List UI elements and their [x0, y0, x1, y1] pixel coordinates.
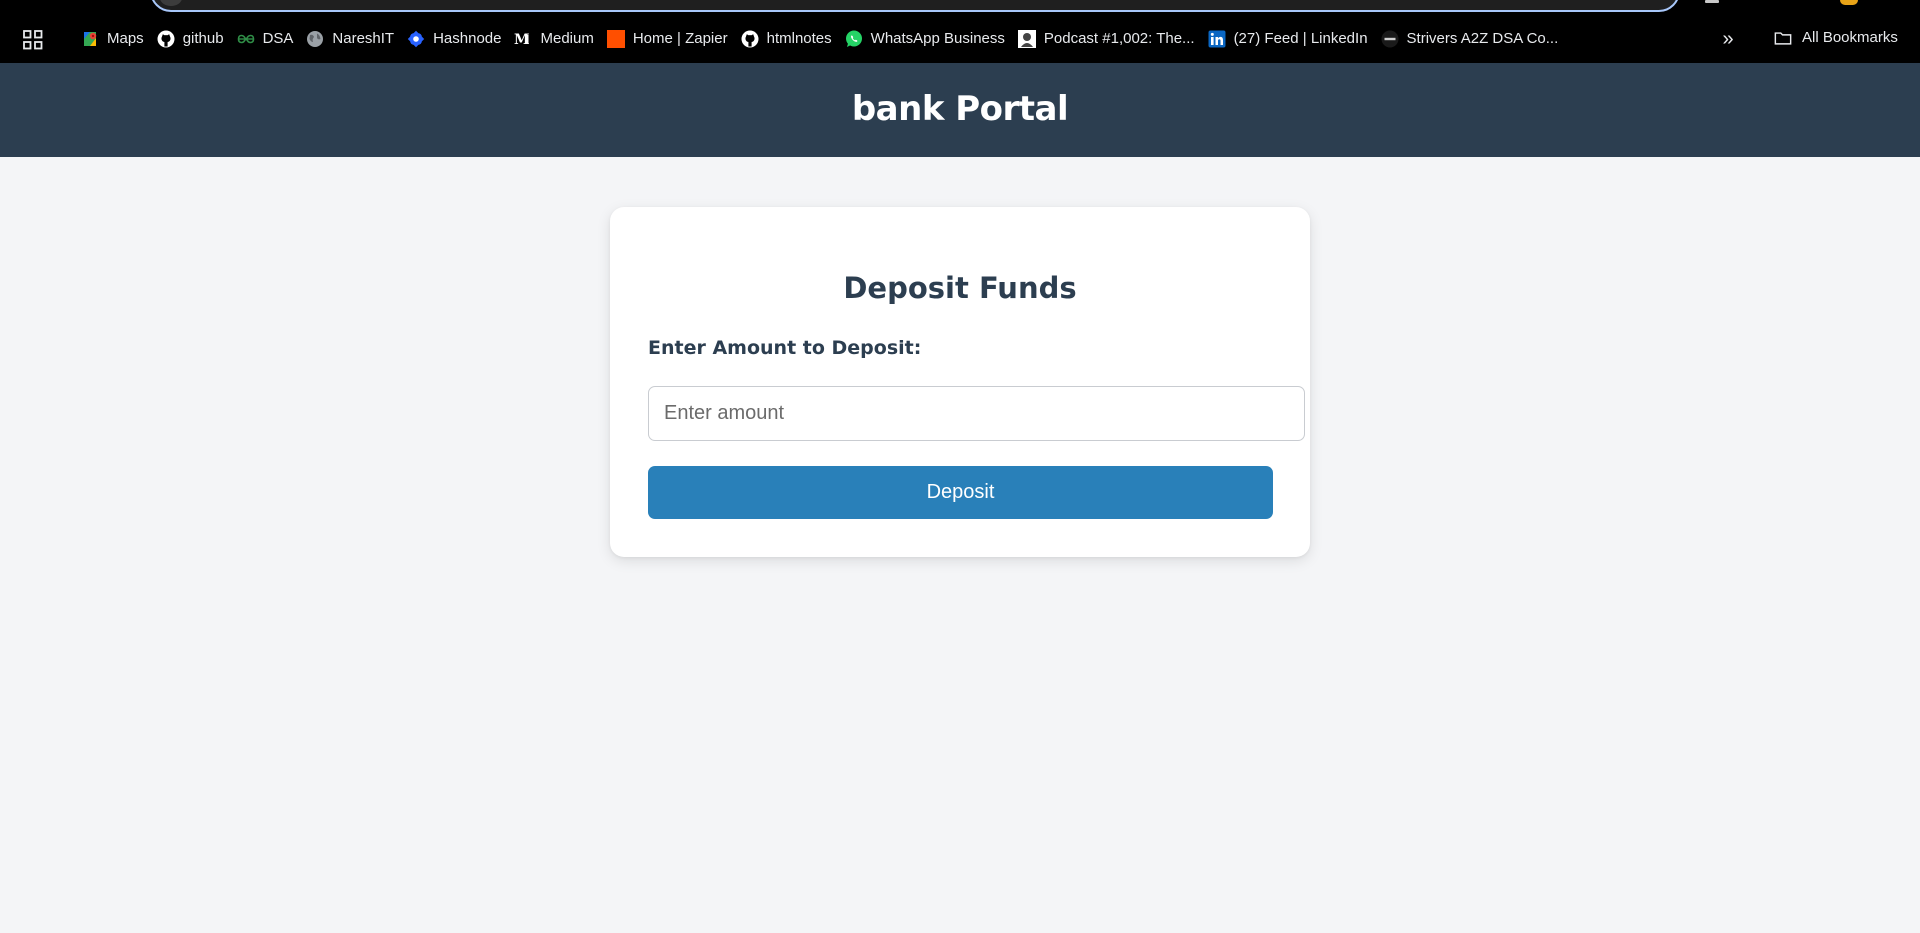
bookmark-htmlnotes[interactable]: htmlnotes	[738, 23, 841, 55]
geeksforgeeks-icon	[237, 30, 255, 48]
bookmark-medium[interactable]: M Medium	[511, 23, 602, 55]
bookmark-label: NareshIT	[332, 29, 395, 47]
side-panel-icon[interactable]	[1705, 0, 1719, 3]
apps-grid-icon[interactable]	[22, 29, 44, 51]
bookmark-label: Medium	[540, 29, 594, 47]
bookmark-zapier[interactable]: Home | Zapier	[604, 23, 737, 55]
deposit-button[interactable]: Deposit	[648, 466, 1273, 519]
bookmarks-overflow-button[interactable]: »	[1716, 28, 1740, 52]
podcast-icon	[1017, 29, 1036, 48]
bookmark-whatsapp-business[interactable]: WhatsApp Business	[842, 23, 1014, 55]
hashnode-icon	[407, 30, 425, 48]
bookmark-github[interactable]: github	[154, 23, 233, 55]
bookmark-list: Maps github DSA NareshIT Hashnode M Medi…	[78, 14, 1568, 63]
site-header: bank Portal	[0, 63, 1920, 157]
profile-avatar[interactable]	[1840, 0, 1858, 5]
bookmark-linkedin[interactable]: (27) Feed | LinkedIn	[1205, 23, 1377, 55]
amount-label: Enter Amount to Deposit:	[648, 337, 922, 359]
bookmark-label: Strivers A2Z DSA Co...	[1406, 29, 1559, 47]
linkedin-icon	[1208, 30, 1226, 48]
bookmark-label: Maps	[107, 29, 144, 47]
bookmark-hashnode[interactable]: Hashnode	[404, 23, 510, 55]
bookmark-label: Hashnode	[433, 29, 502, 47]
zapier-icon	[606, 29, 625, 48]
deposit-title: Deposit Funds	[843, 271, 1077, 305]
all-bookmarks-label: All Bookmarks	[1802, 29, 1898, 46]
bookmark-label: Home | Zapier	[632, 29, 728, 47]
github-icon	[157, 30, 175, 48]
google-maps-icon	[81, 30, 99, 48]
whatsapp-icon	[845, 30, 863, 48]
bookmark-label: WhatsApp Business	[870, 29, 1005, 47]
bookmark-podcast[interactable]: Podcast #1,002: The...	[1015, 23, 1204, 55]
all-bookmarks-folder[interactable]: All Bookmarks	[1774, 22, 1898, 54]
bookmark-nareshit[interactable]: NareshIT	[303, 23, 403, 55]
tuf-icon	[1381, 30, 1399, 48]
bookmark-label: github	[182, 29, 224, 47]
amount-input[interactable]	[648, 386, 1305, 441]
medium-icon: M	[514, 30, 532, 48]
github-icon	[741, 30, 759, 48]
bookmark-label: Podcast #1,002: The...	[1043, 29, 1195, 47]
bookmark-maps[interactable]: Maps	[78, 23, 153, 55]
deposit-card: Deposit Funds Enter Amount to Deposit: D…	[610, 207, 1310, 557]
site-title: bank Portal	[851, 89, 1069, 129]
globe-icon	[306, 30, 324, 48]
address-bar[interactable]	[150, 0, 1680, 12]
bookmarks-bar: Maps github DSA NareshIT Hashnode M Medi…	[0, 14, 1920, 63]
bookmark-strivers[interactable]: Strivers A2Z DSA Co...	[1378, 23, 1568, 55]
bookmark-label: DSA	[262, 29, 294, 47]
folder-icon	[1774, 29, 1792, 47]
bookmark-dsa[interactable]: DSA	[234, 23, 303, 55]
bookmark-label: htmlnotes	[766, 29, 832, 47]
bookmark-label: (27) Feed | LinkedIn	[1233, 29, 1368, 47]
